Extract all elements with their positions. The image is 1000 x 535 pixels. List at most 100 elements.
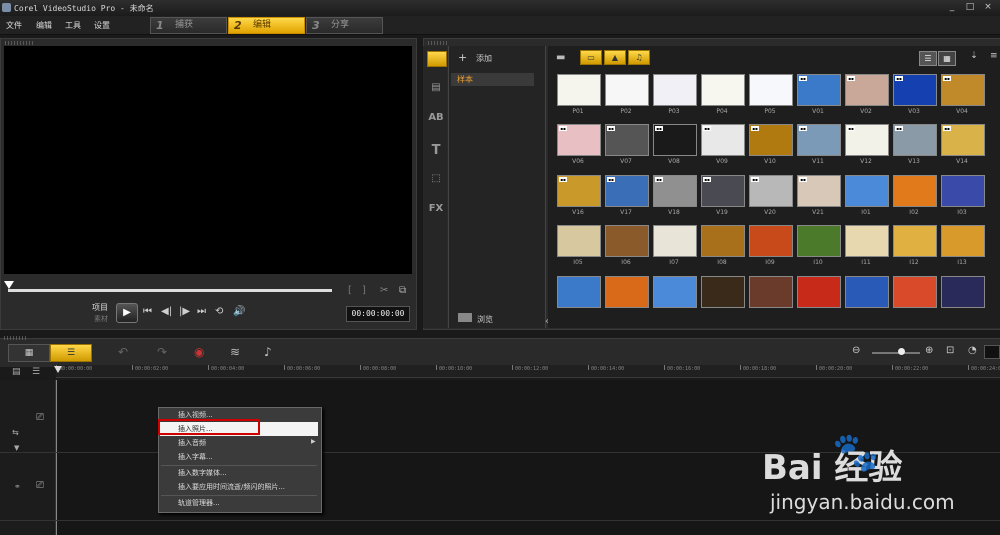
menu-edit[interactable]: 编辑: [36, 20, 52, 31]
audio-mixer-icon[interactable]: ≋: [230, 345, 240, 359]
storyboard-view-button[interactable]: ▦: [8, 344, 50, 362]
mark-out-button[interactable]: ]: [362, 285, 366, 296]
menu-tools[interactable]: 工具: [65, 20, 81, 31]
add-folder-button[interactable]: 添加: [476, 53, 492, 64]
media-thumbnail[interactable]: [749, 225, 793, 257]
next-frame-button[interactable]: |▶: [179, 306, 190, 317]
menu-file[interactable]: 文件: [6, 20, 22, 31]
media-thumbnail[interactable]: ▪▪: [653, 175, 697, 207]
repeat-button[interactable]: ⟲: [215, 306, 223, 317]
panel-grip[interactable]: [428, 41, 448, 45]
menu-insert-timelapse-photo[interactable]: 插入要应用时间流逝/频闪的照片...: [178, 481, 285, 493]
folder-icon[interactable]: ▬: [556, 52, 565, 63]
media-thumbnail[interactable]: [845, 175, 889, 207]
clock-icon[interactable]: ◔: [968, 345, 977, 356]
media-thumbnail[interactable]: ▪▪: [797, 124, 841, 156]
previous-frame-button[interactable]: ◀|: [161, 306, 172, 317]
menu-track-manager[interactable]: 轨道管理器...: [178, 497, 220, 509]
media-thumbnail[interactable]: [653, 276, 697, 308]
media-thumbnail[interactable]: [701, 225, 745, 257]
media-thumbnail[interactable]: [557, 225, 601, 257]
record-capture-icon[interactable]: ◉: [194, 345, 204, 359]
media-thumbnail[interactable]: ▪▪: [557, 175, 601, 207]
close-button[interactable]: ×: [980, 1, 996, 14]
media-thumbnail[interactable]: ▪▪: [941, 74, 985, 106]
instant-project-icon[interactable]: ▤: [428, 82, 444, 96]
title-icon[interactable]: T: [428, 143, 444, 158]
media-thumbnail[interactable]: [941, 276, 985, 308]
media-thumbnail[interactable]: [893, 175, 937, 207]
redo-icon[interactable]: ↷: [157, 345, 167, 359]
mark-in-button[interactable]: [: [348, 285, 352, 296]
media-thumbnail[interactable]: ▪▪: [845, 124, 889, 156]
step-edit[interactable]: 2 编辑: [228, 17, 305, 34]
menu-insert-title[interactable]: 插入字幕...: [178, 451, 213, 463]
timecode-display[interactable]: 00:00:00:00: [346, 306, 410, 322]
auto-music-icon[interactable]: ♪: [264, 345, 272, 359]
media-thumbnail[interactable]: [557, 276, 601, 308]
timeline-view-button[interactable]: ☰: [50, 344, 92, 362]
media-thumbnail[interactable]: [893, 276, 937, 308]
media-thumbnail[interactable]: ▪▪: [557, 124, 601, 156]
mode-project[interactable]: 项目: [92, 302, 108, 313]
menu-settings[interactable]: 设置: [94, 20, 110, 31]
track-link-icon[interactable]: ⚭: [14, 482, 21, 491]
media-thumbnail[interactable]: [749, 276, 793, 308]
end-button[interactable]: ⏭: [197, 306, 206, 317]
filter-icon[interactable]: FX: [428, 203, 444, 217]
media-thumbnail[interactable]: ▪▪: [749, 175, 793, 207]
volume-button[interactable]: 🔊: [233, 306, 245, 317]
media-thumbnail[interactable]: [749, 74, 793, 106]
menu-insert-digital-media[interactable]: 插入数字媒体...: [178, 467, 227, 479]
timeline-list-icon[interactable]: ☰: [32, 367, 40, 377]
timeline-ruler[interactable]: 00:00:00:00 00:00:02:00 00:00:04:00 00:00:0…: [56, 365, 1000, 378]
mode-clip[interactable]: 素材: [94, 314, 108, 324]
scrubber-handle[interactable]: [4, 281, 14, 289]
track-ripple-icon[interactable]: ⇆: [12, 428, 19, 437]
media-thumbnail[interactable]: [941, 225, 985, 257]
media-thumbnail[interactable]: [653, 74, 697, 106]
media-thumbnail[interactable]: [845, 225, 889, 257]
menu-insert-audio[interactable]: 插入音频: [178, 437, 206, 449]
preview-screen[interactable]: [4, 46, 412, 274]
play-button[interactable]: ▶: [116, 303, 138, 323]
media-thumbnail[interactable]: ▪▪: [797, 175, 841, 207]
media-thumbnail[interactable]: ▪▪: [749, 124, 793, 156]
step-share[interactable]: 3 分享: [306, 17, 383, 34]
media-thumbnail[interactable]: [941, 175, 985, 207]
options-icon[interactable]: ≡: [990, 51, 998, 61]
media-thumbnail[interactable]: [701, 74, 745, 106]
step-capture[interactable]: 1 捕获: [150, 17, 227, 34]
sort-icon[interactable]: ⇣: [966, 51, 982, 64]
scrubber-bar[interactable]: [8, 289, 332, 292]
media-thumbnail[interactable]: ▪▪: [893, 124, 937, 156]
media-thumbnail[interactable]: ▪▪: [701, 175, 745, 207]
scissors-icon[interactable]: ✂: [380, 285, 388, 296]
media-thumbnail[interactable]: [893, 225, 937, 257]
graphic-icon[interactable]: ⬚: [428, 173, 444, 187]
panel-grip[interactable]: [4, 336, 28, 340]
media-thumbnail[interactable]: [701, 276, 745, 308]
media-thumbnail[interactable]: ▪▪: [797, 74, 841, 106]
list-view-icon[interactable]: ☰: [919, 51, 937, 66]
media-thumbnail[interactable]: ▪▪: [941, 124, 985, 156]
maximize-button[interactable]: □: [962, 1, 978, 14]
media-thumbnail[interactable]: [797, 276, 841, 308]
transition-icon[interactable]: AB: [428, 112, 444, 126]
media-thumbnail[interactable]: [557, 74, 601, 106]
home-button[interactable]: ⏮: [143, 306, 152, 317]
enlarge-preview-icon[interactable]: ⧉: [399, 285, 406, 296]
media-thumbnail[interactable]: [605, 225, 649, 257]
browse-icon[interactable]: [458, 313, 472, 322]
folder-item-sample[interactable]: 样本: [451, 73, 534, 86]
media-thumbnail[interactable]: [605, 74, 649, 106]
browse-button[interactable]: 浏览: [477, 314, 493, 325]
media-category-button[interactable]: [427, 51, 447, 67]
media-thumbnail[interactable]: ▪▪: [605, 124, 649, 156]
zoom-slider-handle[interactable]: [898, 348, 905, 355]
minimize-button[interactable]: _: [944, 1, 960, 14]
media-thumbnail[interactable]: [797, 225, 841, 257]
media-thumbnail[interactable]: [845, 276, 889, 308]
media-thumbnail[interactable]: ▪▪: [701, 124, 745, 156]
undo-icon[interactable]: ↶: [118, 345, 128, 359]
